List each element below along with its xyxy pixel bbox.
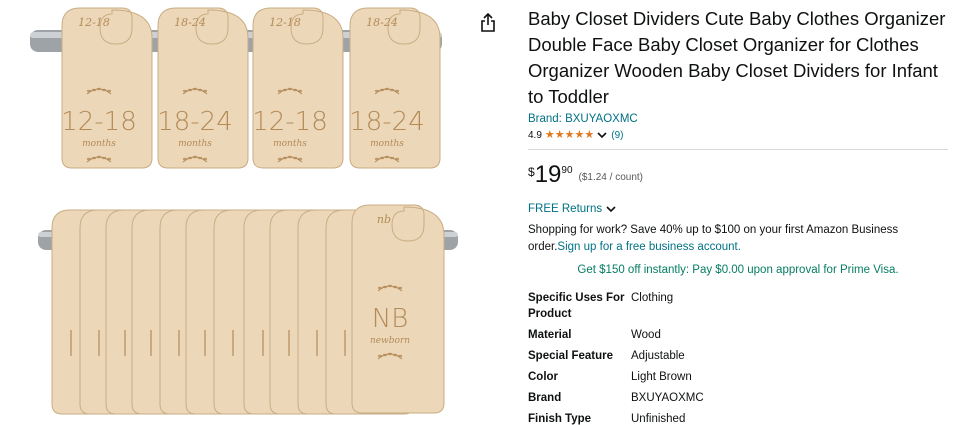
price-per-unit: ($1.24 / count)	[578, 172, 643, 183]
business-offer: Shopping for work? Save 40% up to $100 o…	[528, 222, 928, 256]
spec-key: Color	[528, 371, 559, 383]
hanger-tab-label: 12-18	[269, 16, 301, 29]
rating-value: 4.9	[528, 129, 542, 141]
hanger-tab-label: 18-24	[174, 16, 206, 29]
hanger-unit-label: months	[273, 139, 307, 149]
hanger-divider: 18-24 18-24 months	[349, 7, 441, 169]
hanger-size-label: NB	[372, 304, 408, 334]
spec-row: Brand BXUYAOXMC	[528, 390, 704, 411]
chevron-down-icon	[606, 206, 616, 213]
spec-row: Material Wood	[528, 327, 704, 348]
spec-key: Material	[528, 329, 572, 341]
star-rating[interactable]: ★ ★ ★ ★ ★	[544, 128, 595, 141]
hanger-tab-label: nb	[377, 213, 391, 226]
spec-key: Special Feature	[528, 350, 614, 362]
free-returns-link[interactable]: FREE Returns	[528, 203, 953, 215]
price-fraction: 90	[561, 165, 573, 176]
spec-key: Finish Type	[528, 413, 592, 425]
spec-value: Clothing	[631, 292, 674, 304]
price: $ 19 90 ($1.24 / count)	[528, 163, 953, 189]
price-whole: 19	[534, 161, 562, 188]
hanger-divider: 12-18 12-18 months	[61, 7, 153, 169]
spec-value: BXUYAOXMC	[631, 392, 704, 404]
product-image[interactable]: 12-18 12-18 months 18-24 18-24 months 12-18 12-…	[0, 0, 470, 425]
spec-value: Adjustable	[631, 350, 685, 362]
spec-key: Brand	[528, 392, 562, 404]
free-returns-label: FREE Returns	[528, 203, 603, 215]
hanger-unit-label: newborn	[370, 336, 410, 346]
spec-row: Color Light Brown	[528, 369, 704, 390]
prime-visa-promo-link[interactable]: Get $150 off instantly: Pay $0.00 upon a…	[528, 264, 948, 276]
specs-table: Specific Uses For Product Clothing Materia…	[528, 290, 704, 425]
product-title: Baby Closet Dividers Cute Baby Clothes O…	[528, 8, 946, 107]
star-icon: ★	[574, 128, 585, 141]
hanger-size-label: 18-24	[157, 107, 233, 137]
hanger-size-label: 18-24	[349, 107, 425, 137]
hanger-divider: 12-18 12-18 months	[252, 7, 344, 169]
star-icon: ★	[564, 128, 575, 141]
spec-value: Light Brown	[631, 371, 692, 383]
spec-row: Special Feature Adjustable	[528, 348, 704, 369]
star-icon: ★	[544, 128, 555, 141]
spec-value: Wood	[631, 329, 661, 341]
hanger-tab-label: 18-24	[366, 16, 398, 29]
share-icon[interactable]	[478, 12, 498, 34]
hanger-divider: 18-24 18-24 months	[157, 7, 249, 169]
spec-row: Finish Type Unfinished	[528, 411, 704, 425]
hanger-unit-label: months	[178, 139, 212, 149]
hanger-tab-label: 12-18	[78, 16, 110, 29]
divider	[528, 149, 948, 150]
product-image-illustration: 12-1812-18months18-2418-24months12-1812-…	[30, 7, 458, 415]
star-icon: ★	[554, 128, 565, 141]
spec-key: Specific Uses For Product	[528, 292, 625, 320]
hanger-size-label: 12-18	[61, 107, 137, 137]
product-details: Baby Closet Dividers Cute Baby Clothes O…	[528, 6, 953, 425]
chevron-down-icon[interactable]	[596, 129, 608, 141]
hanger-unit-label: months	[82, 139, 116, 149]
hanger-size-label: 12-18	[252, 107, 328, 137]
brand-link[interactable]: Brand: BXUYAOXMC	[528, 113, 953, 125]
rating-row[interactable]: 4.9 ★ ★ ★ ★ ★ (9)	[528, 128, 953, 142]
business-signup-link[interactable]: Sign up for a free business account.	[557, 241, 740, 253]
review-count-link[interactable]: (9)	[611, 130, 623, 141]
hanger-unit-label: months	[370, 139, 404, 149]
star-icon: ★	[584, 128, 595, 141]
spec-row: Specific Uses For Product Clothing	[528, 290, 704, 327]
price-symbol: $	[528, 165, 535, 179]
hanger-divider-front: nb NB newborn	[351, 204, 445, 414]
spec-value: Unfinished	[631, 413, 686, 425]
